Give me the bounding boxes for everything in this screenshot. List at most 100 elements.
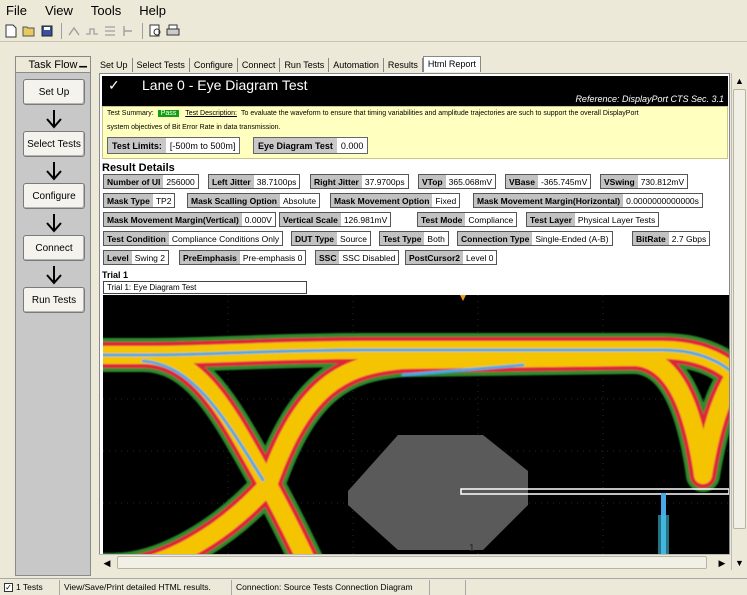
run-icon[interactable]	[102, 23, 118, 39]
detail-level: Level Swing 2	[103, 250, 169, 265]
detail-mask-movement-option: Mask Movement Option Fixed	[330, 193, 461, 208]
test-summary: Test Summary: Pass Test Description: To …	[102, 106, 728, 159]
tab-set-up[interactable]: Set Up	[96, 58, 133, 72]
detail-value: TP2	[155, 195, 172, 206]
checkbox-icon[interactable]: ✓	[4, 582, 13, 592]
test-limits-value: [-500m to 500m]	[169, 140, 236, 151]
detail-value: Source	[340, 233, 367, 244]
detail-value: 0.0000000000000s	[626, 195, 699, 206]
menu-view[interactable]: View	[43, 3, 75, 18]
tab-connect[interactable]: Connect	[238, 58, 281, 72]
task-run-tests-button[interactable]: Run Tests	[23, 287, 85, 313]
preview-icon[interactable]	[147, 23, 163, 39]
menu-help[interactable]: Help	[137, 3, 168, 18]
detail-key: PreEmphasis	[180, 251, 240, 264]
detail-value: 38.7100ps	[256, 176, 297, 187]
detail-vtop: VTop 365.068mV	[418, 174, 497, 189]
detail-key: Test Layer	[527, 213, 575, 226]
detail-key: Test Mode	[418, 213, 466, 226]
task-setup-button[interactable]: Set Up	[23, 79, 85, 105]
plot-marker-label: 1	[469, 543, 475, 554]
minimize-icon[interactable]: ▁	[79, 57, 87, 68]
report-reference: Reference: DisplayPort CTS Sec. 3.1	[575, 94, 724, 104]
task-connect-button[interactable]: Connect	[23, 235, 85, 261]
select-icon[interactable]	[66, 23, 82, 39]
status-bar: ✓ 1 Tests View/Save/Print detailed HTML …	[0, 578, 747, 595]
detail-mask-type: Mask Type TP2	[103, 193, 176, 208]
print-icon[interactable]	[165, 23, 181, 39]
test-result-label: Eye Diagram Test	[254, 138, 337, 153]
tab-bar: Set Up Select Tests Configure Connect Ru…	[96, 56, 746, 72]
description-text: To evaluate the waveform to ensure that …	[241, 110, 639, 117]
detail-left-jitter: Left Jitter 38.7100ps	[208, 174, 301, 189]
trial-heading: Trial 1	[102, 270, 129, 280]
detail-dut-type: DUT Type Source	[291, 231, 371, 246]
menu-tools[interactable]: Tools	[89, 3, 123, 18]
task-configure-button[interactable]: Configure	[23, 183, 85, 209]
detail-connection-type: Connection Type Single-Ended (A-B)	[457, 231, 613, 246]
status-message: View/Save/Print detailed HTML results.	[60, 579, 232, 595]
detail-key: VBase	[506, 175, 538, 188]
connect-icon[interactable]	[84, 23, 100, 39]
detail-vertical-scale: Vertical Scale 126.981mV	[279, 212, 392, 227]
detail-test-mode: Test Mode Compliance	[417, 212, 518, 227]
toolbar-separator	[61, 22, 62, 39]
detail-key: Mask Movement Margin(Vertical)	[104, 213, 242, 226]
tab-results[interactable]: Results	[384, 58, 423, 72]
hscroll-thumb[interactable]	[117, 556, 707, 569]
tests-count[interactable]: ✓ 1 Tests	[0, 579, 60, 595]
detail-value: 2.7 Gbps	[671, 233, 707, 244]
histogram-spike	[658, 493, 669, 555]
detail-key: VSwing	[601, 175, 638, 188]
trigger-marker-icon	[460, 295, 466, 301]
detail-test-type: Test Type Both	[379, 231, 449, 246]
arrow-down-icon	[46, 214, 62, 233]
tab-select-tests[interactable]: Select Tests	[133, 58, 190, 72]
detail-key: BitRate	[633, 232, 669, 245]
new-icon[interactable]	[3, 23, 19, 39]
save-icon[interactable]	[39, 23, 55, 39]
toolbar-separator	[142, 22, 143, 39]
tab-run-tests[interactable]: Run Tests	[280, 58, 330, 72]
detail-key: Mask Movement Option	[331, 194, 433, 207]
eye-diagram-plot: 1	[103, 295, 729, 555]
eye-diagram-svg: 1	[103, 295, 729, 555]
detail-value: 37.9700ps	[364, 176, 405, 187]
status-empty-pane	[430, 579, 466, 595]
menu-file[interactable]: File	[4, 3, 29, 18]
detail-test-layer: Test Layer Physical Layer Tests	[526, 212, 660, 227]
tab-html-report[interactable]: Html Report	[422, 56, 481, 72]
tab-automation[interactable]: Automation	[329, 58, 384, 72]
scroll-up-icon[interactable]: ▲	[732, 73, 747, 88]
connection-status: Connection: Source Tests Connection Diag…	[232, 579, 430, 595]
detail-key: Test Condition	[104, 232, 169, 245]
vertical-scrollbar[interactable]: ▲ ▼	[731, 73, 746, 570]
scroll-down-icon[interactable]: ▼	[732, 555, 747, 570]
horizontal-scrollbar[interactable]: ◀ ▶	[99, 554, 730, 570]
trial-caption: Trial 1: Eye Diagram Test	[103, 281, 307, 294]
tab-configure[interactable]: Configure	[190, 58, 238, 72]
detail-vbase: VBase -365.745mV	[505, 174, 592, 189]
report-title: Lane 0 - Eye Diagram Test	[142, 77, 308, 93]
arrow-down-icon	[46, 110, 62, 129]
status-badge: Pass	[157, 110, 180, 117]
detail-key: SSC	[316, 251, 340, 264]
task-select-tests-button[interactable]: Select Tests	[23, 131, 85, 157]
detail-right-jitter: Right Jitter 37.9700ps	[310, 174, 409, 189]
detail-value: Level 0	[466, 252, 494, 263]
scroll-right-icon[interactable]: ▶	[714, 555, 730, 571]
pause-icon[interactable]	[120, 23, 136, 39]
scroll-thumb[interactable]	[733, 89, 746, 529]
open-icon[interactable]	[21, 23, 37, 39]
detail-value: Compliance	[468, 214, 514, 225]
description-label: Test Description:	[185, 110, 237, 117]
detail-mask-margin-vertical: Mask Movement Margin(Vertical) 0.000V	[103, 212, 276, 227]
detail-vswing: VSwing 730.812mV	[600, 174, 689, 189]
detail-number-of-ui: Number of UI 256000	[103, 174, 199, 189]
detail-key: Mask Movement Margin(Horizontal)	[474, 194, 624, 207]
scroll-left-icon[interactable]: ◀	[99, 555, 115, 571]
summary-label: Test Summary:	[107, 110, 154, 117]
detail-ssc: SSC SSC Disabled	[315, 250, 400, 265]
detail-value: Single-Ended (A-B)	[535, 233, 609, 244]
detail-key: PostCursor2	[406, 251, 464, 264]
